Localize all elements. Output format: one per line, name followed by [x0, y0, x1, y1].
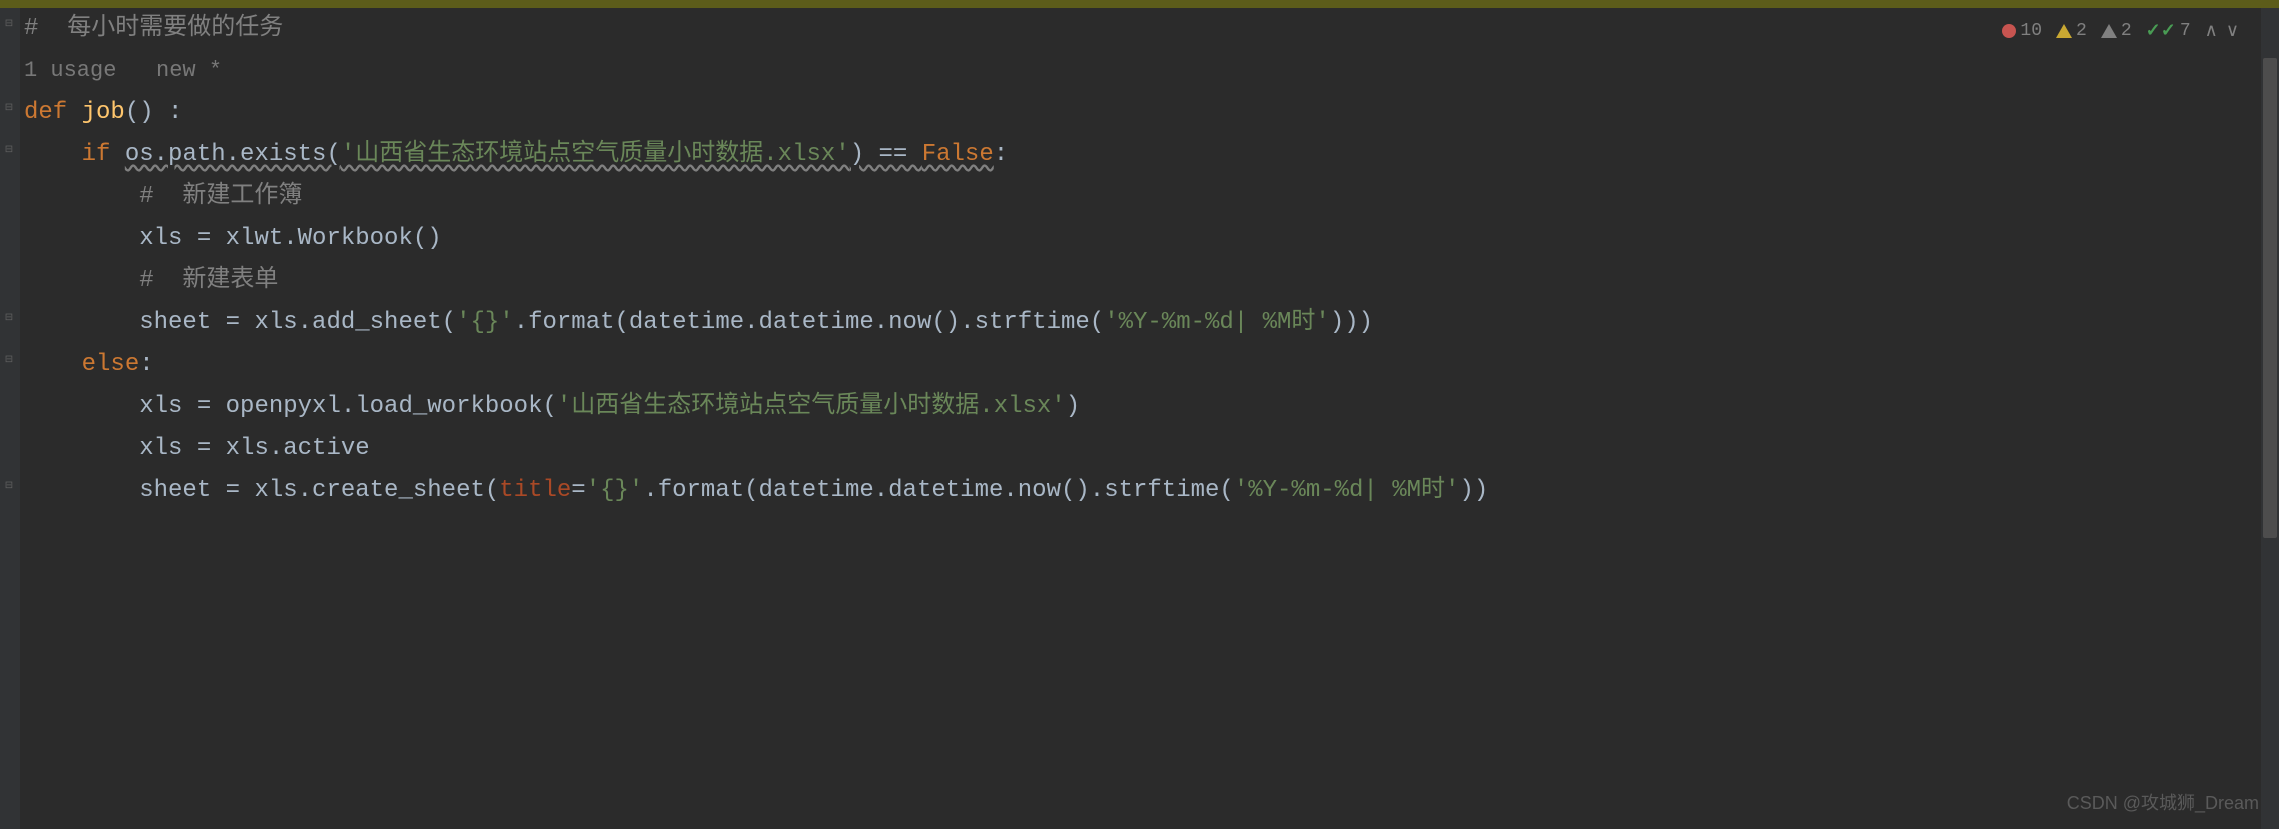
string-literal: '%Y-%m-%d| %M时'	[1234, 477, 1460, 504]
string-literal: '{}'	[456, 309, 514, 336]
string-literal: '山西省生态环境站点空气质量小时数据.xlsx'	[557, 393, 1066, 420]
editor-gutter: ⊟ ⊟ ⊟ ⊟ ⊟ ⊟	[0, 8, 20, 829]
if-condition: os.path.exists(	[125, 141, 341, 168]
code-editor[interactable]: # 每小时需要做的任务 1 usage new * def job() : if…	[20, 8, 2259, 829]
string-literal: '山西省生态环境站点空气质量小时数据.xlsx'	[341, 141, 850, 168]
code-line: xls = xls.active	[20, 428, 2259, 470]
code-comment: # 新建工作簿	[139, 183, 302, 210]
usage-hint[interactable]: 1 usage new *	[20, 50, 2259, 92]
code-text: sheet = xls.create_sheet(	[24, 477, 499, 504]
keyword-else: else	[82, 351, 140, 378]
fold-icon[interactable]: ⊟	[2, 17, 16, 31]
fold-icon[interactable]: ⊟	[2, 143, 16, 157]
code-comment: # 每小时需要做的任务	[24, 15, 283, 42]
code-text: .format(datetime.datetime.now().strftime…	[643, 477, 1234, 504]
code-text: .format(datetime.datetime.now().strftime…	[514, 309, 1105, 336]
def-params: () :	[125, 99, 183, 126]
fold-end-icon[interactable]: ⊟	[2, 479, 16, 493]
scrollbar-track[interactable]	[2261, 8, 2279, 829]
code-text: )	[1066, 393, 1080, 420]
watermark: CSDN @攻城狮_Dream	[2067, 789, 2259, 815]
code-text: xls = openpyxl.load_workbook(	[24, 393, 557, 420]
string-literal: '{}'	[586, 477, 644, 504]
scrollbar-thumb[interactable]	[2263, 58, 2277, 538]
code-comment: # 新建表单	[139, 267, 278, 294]
colon: :	[994, 141, 1008, 168]
function-name: job	[82, 99, 125, 126]
code-text: sheet = xls.add_sheet(	[24, 309, 456, 336]
code-line: xls = xlwt.Workbook()	[20, 218, 2259, 260]
colon: :	[139, 351, 153, 378]
fold-icon[interactable]: ⊟	[2, 353, 16, 367]
fold-icon[interactable]: ⊟	[2, 101, 16, 115]
eq-sign: =	[571, 477, 585, 504]
fold-end-icon[interactable]: ⊟	[2, 311, 16, 325]
param-name: title	[499, 477, 571, 504]
string-literal: '%Y-%m-%d| %M时'	[1104, 309, 1330, 336]
code-text: )))	[1330, 309, 1373, 336]
keyword-if: if	[82, 141, 125, 168]
code-text: ))	[1459, 477, 1488, 504]
eq-op: ) ==	[850, 141, 922, 168]
top-highlight-bar	[0, 0, 2279, 8]
keyword-def: def	[24, 99, 82, 126]
keyword-false: False	[922, 141, 994, 168]
